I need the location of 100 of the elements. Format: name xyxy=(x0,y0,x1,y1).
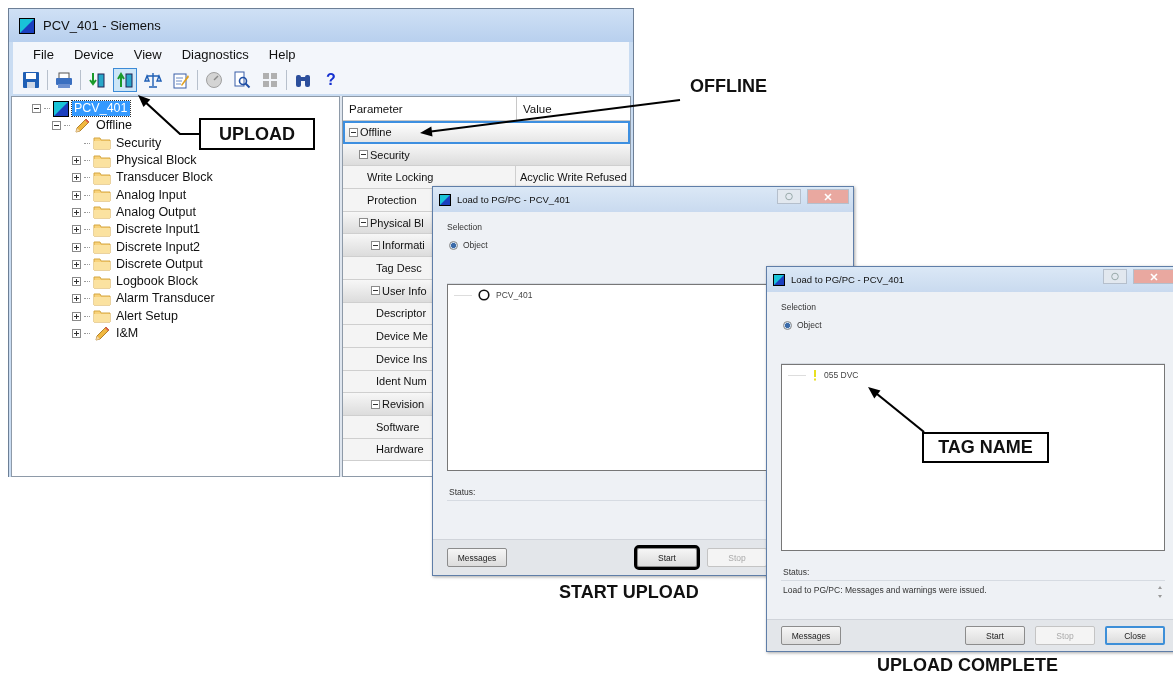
dialog-button[interactable]: Start xyxy=(637,548,697,567)
radio-button[interactable] xyxy=(783,320,792,330)
radio-button[interactable] xyxy=(449,240,458,250)
group-label: Informati xyxy=(382,239,425,252)
tree-item[interactable]: Logbook Block xyxy=(114,274,200,290)
folder-icon xyxy=(93,188,111,203)
group-row[interactable]: Security xyxy=(343,143,630,167)
folder-icon xyxy=(93,170,111,185)
tree-item[interactable]: 055 DVC xyxy=(824,370,859,380)
dialog-button[interactable]: Close xyxy=(1105,626,1165,645)
radio-label: Object xyxy=(463,240,488,250)
group-row[interactable]: Offline xyxy=(343,121,630,144)
dialog-title: Load to PG/PC - PCV_401 xyxy=(791,274,905,285)
folder-icon xyxy=(93,257,111,272)
column-header[interactable]: Parameter xyxy=(343,97,517,120)
status-text: Load to PG/PC: Messages and warnings were issued. xyxy=(783,585,987,597)
tree-item[interactable]: Alarm Transducer xyxy=(114,291,217,307)
tree-item[interactable]: Discrete Output xyxy=(114,256,205,272)
collapse-icon[interactable] xyxy=(371,240,380,250)
help-button[interactable]: ? xyxy=(319,68,343,92)
group-label: Revision xyxy=(382,398,425,411)
folder-icon xyxy=(93,274,111,289)
column-header[interactable]: Value xyxy=(517,97,552,120)
tree-item[interactable]: I&M xyxy=(114,326,141,341)
callout-label: UPLOAD COMPLETE xyxy=(877,655,1058,676)
folder-icon xyxy=(93,309,111,324)
group-label: Selection xyxy=(447,222,483,232)
collapse-icon[interactable] xyxy=(52,121,61,131)
tree-item[interactable]: Discrete Input2 xyxy=(114,239,203,255)
balance-scale-icon xyxy=(144,71,162,89)
expand-icon[interactable] xyxy=(72,259,81,269)
expand-icon[interactable] xyxy=(72,277,81,287)
expand-icon[interactable] xyxy=(72,207,81,217)
dialog-button[interactable]: Start xyxy=(965,626,1025,645)
close-icon xyxy=(1150,272,1158,281)
folder-icon xyxy=(93,136,111,151)
search-icon xyxy=(233,71,251,89)
device-icon xyxy=(53,100,69,117)
callout-label: OFFLINE xyxy=(690,76,767,97)
collapse-icon[interactable] xyxy=(359,218,368,228)
collapse-icon[interactable] xyxy=(349,127,358,137)
callout-label: UPLOAD xyxy=(199,118,315,150)
upload-button[interactable] xyxy=(113,68,137,92)
dialog-button[interactable]: Messages xyxy=(781,626,841,645)
edit-icon xyxy=(172,71,190,89)
menu-item[interactable]: Device xyxy=(63,46,124,62)
grid-icon xyxy=(261,71,279,89)
group-label: Security xyxy=(370,148,410,161)
pencil-icon xyxy=(73,117,91,134)
collapse-icon[interactable] xyxy=(359,150,368,160)
folder-icon xyxy=(93,240,111,254)
menu-item[interactable]: Diagnostics xyxy=(171,46,259,62)
callout-label: TAG NAME xyxy=(922,432,1049,463)
status-label: Status: xyxy=(449,487,477,497)
tree-item[interactable]: Security xyxy=(114,135,164,151)
save-icon xyxy=(22,71,40,89)
folder-icon xyxy=(93,222,111,237)
app-icon xyxy=(439,193,451,206)
folder-icon xyxy=(93,291,111,306)
status-label: Status: xyxy=(783,567,811,577)
expand-icon[interactable] xyxy=(72,242,81,252)
group-label: Physical Bl xyxy=(370,216,424,229)
expand-icon[interactable] xyxy=(72,294,81,304)
expand-icon[interactable] xyxy=(72,329,81,338)
tree-item[interactable]: Offline xyxy=(94,118,134,134)
app-icon xyxy=(19,17,35,34)
expand-icon[interactable] xyxy=(72,225,81,235)
collapse-icon[interactable] xyxy=(371,286,380,296)
expand-icon[interactable] xyxy=(72,173,81,183)
tree-item[interactable]: PCV_401 xyxy=(496,290,533,300)
expand-icon[interactable] xyxy=(72,156,81,166)
tree-item[interactable]: Analog Input xyxy=(114,187,189,203)
download-icon xyxy=(88,71,106,89)
group-label: Selection xyxy=(781,302,817,312)
tree-item[interactable]: Transducer Block xyxy=(114,170,215,186)
circle-icon xyxy=(478,289,490,301)
menu-item[interactable]: File xyxy=(23,46,64,62)
expand-icon[interactable] xyxy=(72,190,81,200)
group-label: Offline xyxy=(360,126,392,139)
menu-item[interactable]: View xyxy=(123,46,172,62)
collapse-icon[interactable] xyxy=(32,104,41,114)
tree-item[interactable]: Alert Setup xyxy=(114,308,180,324)
tree-item[interactable]: Analog Output xyxy=(114,204,198,220)
callout-arrow xyxy=(868,387,925,433)
folder-icon xyxy=(93,205,111,220)
value-cell-text: Acyclic Write Refused xyxy=(519,171,627,184)
radio-label: Object xyxy=(797,320,822,330)
expand-icon[interactable] xyxy=(72,311,81,321)
dialog-button[interactable]: Messages xyxy=(447,548,507,567)
scroll-arrows-icon xyxy=(1157,585,1163,599)
collapse-icon[interactable] xyxy=(371,399,380,409)
exclamation-icon xyxy=(812,369,818,381)
printer-icon xyxy=(55,71,73,89)
app-icon xyxy=(773,273,785,286)
window-title: PCV_401 - Siemens xyxy=(43,18,161,33)
menu-item[interactable]: Help xyxy=(258,46,306,62)
tree-item[interactable]: Physical Block xyxy=(114,153,199,169)
close-icon xyxy=(824,192,832,201)
callout-arrow xyxy=(138,95,199,136)
tree-item[interactable]: Discrete Input1 xyxy=(114,222,203,238)
